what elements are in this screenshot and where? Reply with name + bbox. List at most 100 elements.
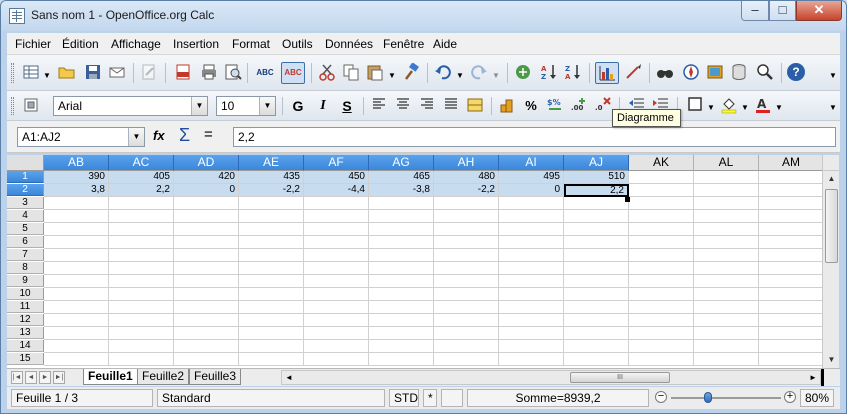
grid-cell[interactable] <box>239 210 304 223</box>
grid-cell[interactable] <box>369 275 434 288</box>
active-cell[interactable]: 2,2 <box>564 184 629 197</box>
grid-cell[interactable] <box>759 184 822 197</box>
grid-cell[interactable] <box>564 275 629 288</box>
sheet-tab-feuille1[interactable]: Feuille1 <box>83 369 138 385</box>
selection-mode[interactable]: STD <box>389 389 419 407</box>
first-sheet-icon[interactable]: |◄ <box>11 371 23 384</box>
edit-file-icon[interactable] <box>139 63 159 83</box>
row-header-4[interactable]: 4 <box>7 210 44 222</box>
grid-cell[interactable] <box>44 353 109 366</box>
formula-input[interactable] <box>233 127 836 147</box>
zoom-in-button[interactable]: + <box>784 391 796 403</box>
page-style[interactable]: Standard <box>157 389 385 407</box>
grid-cell[interactable] <box>304 353 369 366</box>
grid-cell[interactable]: -2,2 <box>434 184 499 197</box>
scroll-left-icon[interactable]: ◄ <box>283 372 295 384</box>
row-header-10[interactable]: 10 <box>7 288 44 300</box>
grid-cell[interactable] <box>304 262 369 275</box>
sheet-tab-feuille3[interactable]: Feuille3 <box>189 369 242 385</box>
grid-cell[interactable] <box>369 262 434 275</box>
background-color-icon[interactable] <box>719 96 739 116</box>
grid-cell[interactable] <box>109 236 174 249</box>
grid-cell[interactable] <box>239 288 304 301</box>
grid-cell[interactable] <box>109 327 174 340</box>
grid-cell[interactable] <box>369 249 434 262</box>
grid-cell[interactable] <box>44 249 109 262</box>
grid-cell[interactable] <box>369 210 434 223</box>
grid-cell[interactable] <box>174 327 239 340</box>
align-right-icon[interactable] <box>417 96 437 116</box>
grid-cell[interactable] <box>434 262 499 275</box>
grid-cell[interactable] <box>694 171 759 184</box>
currency-format-icon[interactable] <box>497 96 517 116</box>
grid-cell[interactable] <box>304 327 369 340</box>
grid-cell[interactable] <box>499 353 564 366</box>
toolbar-grip[interactable] <box>11 63 14 83</box>
grid-cell[interactable] <box>694 327 759 340</box>
grid-cell[interactable] <box>239 236 304 249</box>
menu-affichage[interactable]: Affichage <box>111 37 161 51</box>
grid-cell[interactable] <box>109 210 174 223</box>
grid-cell[interactable] <box>629 275 694 288</box>
grid-cell[interactable] <box>44 210 109 223</box>
grid-cell[interactable] <box>304 197 369 210</box>
undo-dropdown-icon[interactable]: ▼ <box>456 71 464 80</box>
horizontal-scroll-thumb[interactable]: III <box>570 372 670 383</box>
menu-insertion[interactable]: Insertion <box>173 37 219 51</box>
grid-cell[interactable] <box>694 288 759 301</box>
menu-fenetre[interactable]: Fenêtre <box>383 37 424 51</box>
grid-cell[interactable] <box>629 210 694 223</box>
menu-aide[interactable]: Aide <box>433 37 457 51</box>
grid-cell[interactable] <box>44 288 109 301</box>
grid-cell[interactable] <box>694 340 759 353</box>
zoom-out-button[interactable]: − <box>655 391 667 403</box>
grid-cell[interactable] <box>304 236 369 249</box>
align-left-icon[interactable] <box>369 96 389 116</box>
undo-icon[interactable] <box>433 63 453 83</box>
grid-cell[interactable] <box>44 197 109 210</box>
grid-cell[interactable] <box>564 353 629 366</box>
grid-cell[interactable] <box>759 236 822 249</box>
zoom-slider[interactable] <box>671 397 781 399</box>
insert-chart-icon[interactable] <box>595 62 619 84</box>
grid-cell[interactable] <box>629 197 694 210</box>
grid-cell[interactable] <box>304 340 369 353</box>
grid-cell[interactable] <box>499 223 564 236</box>
select-all-corner[interactable] <box>7 155 44 171</box>
grid-cell[interactable] <box>369 223 434 236</box>
grid-cell[interactable] <box>239 301 304 314</box>
column-header-am[interactable]: AM <box>759 155 822 171</box>
menu-fichier[interactable]: Fichier <box>15 37 51 51</box>
grid-cell[interactable] <box>629 327 694 340</box>
row-header-9[interactable]: 9 <box>7 275 44 287</box>
name-box[interactable]: A1:AJ2 ▼ <box>17 127 145 147</box>
italic-button[interactable]: I <box>313 96 333 116</box>
grid-cell[interactable] <box>434 275 499 288</box>
grid-cell[interactable] <box>109 340 174 353</box>
grid-cell[interactable] <box>759 171 822 184</box>
grid-cell[interactable] <box>304 275 369 288</box>
paste-dropdown-icon[interactable]: ▼ <box>388 71 396 80</box>
print-icon[interactable] <box>199 63 219 83</box>
grid-cell[interactable] <box>239 197 304 210</box>
new-dropdown-icon[interactable]: ▼ <box>43 71 51 80</box>
grid-cell[interactable] <box>174 288 239 301</box>
grid-cell[interactable] <box>564 236 629 249</box>
row-header-8[interactable]: 8 <box>7 262 44 274</box>
horizontal-scrollbar[interactable]: ◄ III ► <box>281 370 821 385</box>
grid-cell[interactable] <box>499 236 564 249</box>
grid-cell[interactable] <box>434 314 499 327</box>
add-decimal-icon[interactable]: .00 <box>569 96 589 116</box>
toolbar-overflow-icon[interactable]: ▼ <box>828 103 838 117</box>
menu-edition[interactable]: Édition <box>62 37 99 51</box>
delete-decimal-icon[interactable]: .0 <box>593 96 613 116</box>
open-folder-icon[interactable] <box>57 63 77 83</box>
grid-cell[interactable] <box>434 340 499 353</box>
sheet-tab-feuille2[interactable]: Feuille2 <box>137 369 190 385</box>
grid-cell[interactable]: -2,2 <box>239 184 304 197</box>
gallery-icon[interactable] <box>705 63 725 83</box>
standard-format-icon[interactable]: $% <box>545 96 565 116</box>
scroll-down-icon[interactable]: ▼ <box>825 354 838 366</box>
grid-cell[interactable] <box>759 288 822 301</box>
toolbar-overflow-icon[interactable]: ▼ <box>828 71 838 85</box>
